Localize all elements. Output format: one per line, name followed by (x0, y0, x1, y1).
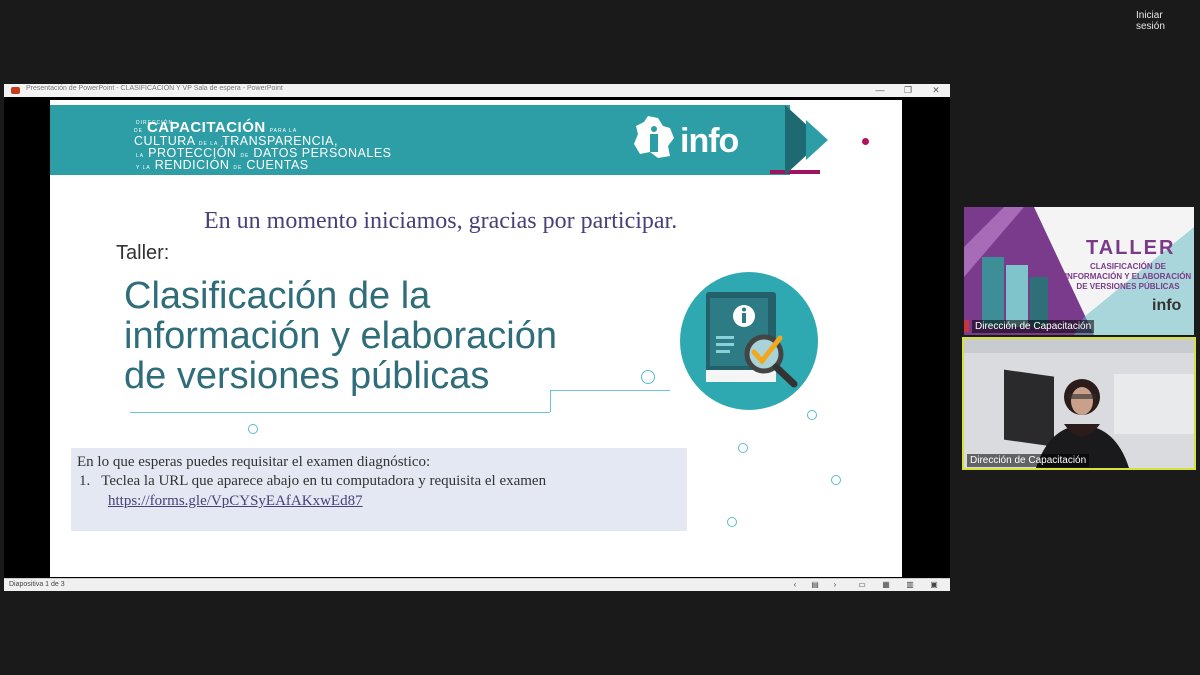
banner-text: Y LA (136, 165, 151, 171)
title-line: información y elaboración (124, 315, 558, 357)
slide-subtitle: En un momento iniciamos, gracias por par… (204, 208, 678, 234)
decorative-line (550, 390, 670, 391)
decorative-circle (738, 443, 748, 453)
cdmx-map-icon (634, 116, 674, 158)
slide-counter: Diapositiva 1 de 3 (9, 581, 65, 588)
next-slide-icon[interactable]: › (829, 580, 841, 590)
slide-sorter-icon[interactable]: ▦ (880, 580, 892, 590)
banner-text: CUENTAS (246, 158, 309, 172)
participant-name: Dirección de Capacitación (972, 320, 1095, 333)
slideshow-view-icon[interactable]: ▣ (928, 580, 940, 590)
taller-label: Taller: (116, 242, 170, 264)
cover-title: TALLER (1086, 237, 1176, 259)
powerpoint-window: Presentación de PowerPoint - CLASIFICACI… (4, 84, 950, 591)
participant-tile-active[interactable]: Dirección de Capacitación (962, 337, 1196, 470)
item-text: Teclea la URL que aparece abajo en tu co… (101, 473, 547, 489)
decorative-line (550, 390, 551, 412)
decorative-circle (248, 424, 258, 434)
slide-title: Clasificación de la información y elabor… (124, 276, 704, 396)
slide: DIRECCIÓN DE CAPACITACIÓN PARA LA CULTUR… (50, 100, 902, 577)
banner-line-5: Y LA RENDICIÓN DE CUENTAS (136, 159, 309, 174)
item-number: 1. (79, 473, 91, 489)
status-bar: Diapositiva 1 de 3 ‹ ▤ › ▭ ▦ ▥ ▣ (4, 578, 950, 591)
instructions-intro: En lo que esperas puedes requisitar el e… (77, 454, 431, 470)
window-title: Presentación de PowerPoint - CLASIFICACI… (26, 85, 283, 92)
cover-logo: info (1152, 297, 1182, 314)
normal-view-icon[interactable]: ▭ (856, 580, 868, 590)
mic-muted-icon (964, 320, 969, 332)
decorative-circle (727, 517, 737, 527)
instruction-item: 1. Teclea la URL que aparece abajo en tu… (79, 473, 546, 490)
exam-link[interactable]: https://forms.gle/VpCYSyEAfAKxwEd87 (108, 493, 363, 510)
info-book-illustration (680, 272, 818, 410)
participant-video (964, 339, 1194, 468)
sign-in-button[interactable]: Iniciar sesión (1130, 8, 1200, 34)
banner-text: RENDICIÓN (154, 158, 230, 172)
banner-chevron-inner (806, 120, 828, 160)
powerpoint-icon (11, 87, 20, 94)
window-titlebar: Presentación de PowerPoint - CLASIFICACI… (4, 84, 950, 97)
book-magnifier-icon (706, 292, 798, 388)
participant-name: Dirección de Capacitación (967, 454, 1090, 467)
slide-menu-icon[interactable]: ▤ (809, 580, 821, 590)
close-button[interactable]: ✕ (922, 84, 950, 97)
minimize-button[interactable]: — (866, 84, 894, 97)
info-logo: info (680, 122, 739, 160)
decorative-circle (641, 370, 655, 384)
title-line: Clasificación de la (124, 275, 431, 317)
participant-tile[interactable]: TALLER CLASIFICACIÓN DE INFORMACIÓN Y EL… (964, 207, 1194, 335)
decorative-circle (807, 410, 817, 420)
accent-dot (862, 138, 869, 145)
previous-slide-icon[interactable]: ‹ (789, 580, 801, 590)
restore-button[interactable]: ❐ (894, 84, 922, 97)
decorative-circle (831, 475, 841, 485)
banner-text: DE (233, 165, 243, 171)
decorative-line (130, 412, 550, 413)
cover-subtitle: CLASIFICACIÓN DE INFORMACIÓN Y ELABORACI… (1064, 262, 1192, 291)
reading-view-icon[interactable]: ▥ (904, 580, 916, 590)
